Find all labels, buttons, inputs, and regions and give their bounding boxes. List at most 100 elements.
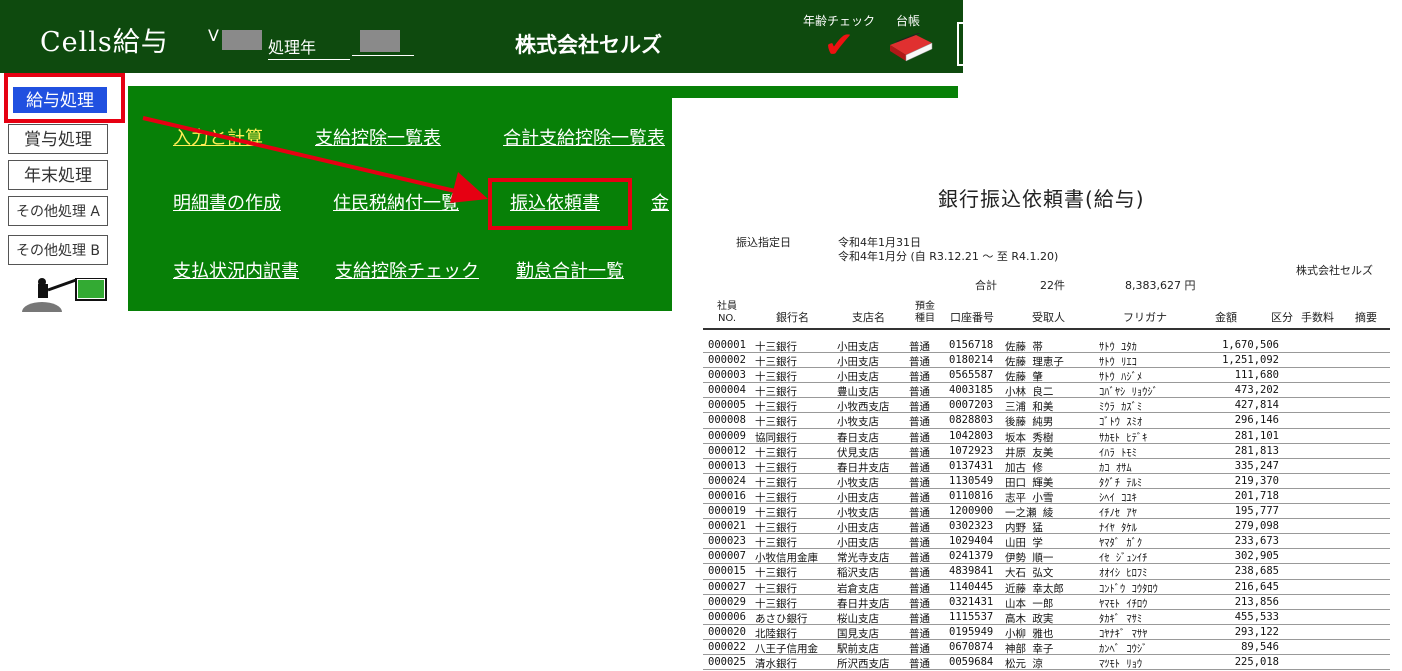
- table-row: 000005 十三銀行 小牧西支店 普通 0007203 三浦 和美 ﾐｳﾗ ｶｽﾞﾐ 427…: [703, 398, 1390, 414]
- cell-branch-name: 小牧西支店: [837, 401, 890, 414]
- cell-branch-name: 小田支店: [837, 537, 879, 550]
- cell-deposit-type: 普通: [909, 612, 930, 625]
- cell-recipient-name: 一之瀬 綾: [1005, 507, 1054, 520]
- cell-branch-name: 春日支店: [837, 431, 879, 444]
- cell-recipient-name: 佐藤 肇: [1005, 371, 1043, 384]
- cell-employee-no: 000009: [708, 429, 746, 442]
- cell-bank-name: 十三銀行: [755, 522, 797, 535]
- cell-bank-name: 十三銀行: [755, 356, 797, 369]
- table-row: 000009 協同銀行 春日支店 普通 1042803 坂本 秀樹 ｻｶﾓﾄ ﾋﾃﾞｷ 281…: [703, 429, 1390, 444]
- cell-furigana: ﾏﾂﾓﾄ ﾘｮｳ: [1099, 657, 1143, 670]
- cell-deposit-type: 普通: [909, 476, 930, 489]
- cell-deposit-type: 普通: [909, 491, 930, 504]
- cell-amount: 238,685: [1234, 565, 1279, 578]
- table-row: 000003 十三銀行 小田支店 普通 0565587 佐藤 肇 ｻﾄｳ ﾊｼﾞﾒ 111,6…: [703, 368, 1390, 384]
- cell-deposit-type: 普通: [909, 537, 930, 550]
- cell-deposit-type: 普通: [909, 386, 930, 399]
- cell-employee-no: 000015: [708, 565, 746, 578]
- cell-branch-name: 所沢西支店: [837, 657, 890, 670]
- cell-deposit-type: 普通: [909, 582, 930, 595]
- cell-amount: 195,777: [1234, 505, 1279, 518]
- cell-furigana: ｺﾞﾄｳ ｽﾐｵ: [1099, 416, 1143, 429]
- table-row: 000020 北陸銀行 国見支店 普通 0195949 小柳 雅也 ｺﾔﾅｷﾞ ﾏｻﾔ 293…: [703, 625, 1390, 640]
- cell-account-no: 1140445: [949, 580, 994, 593]
- cell-recipient-name: 佐藤 帯: [1005, 341, 1043, 353]
- cell-account-no: 0110816: [949, 489, 994, 502]
- cell-recipient-name: 後藤 純男: [1005, 416, 1054, 429]
- table-row: 000024 十三銀行 小牧支店 普通 1130549 田口 輝美 ﾀｸﾞﾁ ﾃﾙﾐ 219,…: [703, 474, 1390, 489]
- cell-employee-no: 000016: [708, 489, 746, 502]
- cell-bank-name: 十三銀行: [755, 461, 797, 474]
- cell-deposit-type: 普通: [909, 431, 930, 444]
- cell-bank-name: 北陸銀行: [755, 627, 797, 640]
- cell-recipient-name: 加古 修: [1005, 461, 1043, 474]
- cell-branch-name: 小田支店: [837, 491, 879, 504]
- table-row: 000019 十三銀行 小牧支店 普通 1200900 一之瀬 綾 ｲﾁﾉｾ ｱﾔ 195,7…: [703, 504, 1390, 520]
- cell-branch-name: 岩倉支店: [837, 582, 879, 595]
- cell-amount: 455,533: [1234, 610, 1279, 623]
- cell-amount: 225,018: [1234, 655, 1279, 668]
- cell-employee-no: 000019: [708, 505, 746, 518]
- cell-account-no: 1130549: [949, 474, 994, 487]
- cell-branch-name: 小田支店: [837, 371, 879, 384]
- cell-employee-no: 000005: [708, 399, 746, 412]
- cell-bank-name: 十三銀行: [755, 582, 797, 595]
- cell-employee-no: 000007: [708, 550, 746, 563]
- cell-recipient-name: 山本 一郎: [1005, 597, 1054, 610]
- cell-deposit-type: 普通: [909, 401, 930, 414]
- cell-amount: 216,645: [1234, 580, 1279, 593]
- cell-furigana: ﾔﾏﾓﾄ ｲﾁﾛｳ: [1099, 597, 1148, 610]
- transfer-date-label: 振込指定日: [736, 236, 791, 249]
- cell-recipient-name: 伊勢 順一: [1005, 552, 1054, 565]
- cell-furigana: ｼﾍｲ ｺﾕｷ: [1099, 491, 1137, 504]
- cell-recipient-name: 大石 弘文: [1005, 567, 1054, 580]
- cell-account-no: 1200900: [949, 505, 994, 518]
- cell-amount: 233,673: [1234, 535, 1279, 548]
- cell-furigana: ｲｾ ｼﾞｭﾝｲﾁ: [1099, 552, 1148, 565]
- cell-account-no: 0059684: [949, 655, 994, 668]
- cell-deposit-type: 普通: [909, 597, 930, 610]
- cell-furigana: ｻﾄｳ ﾕﾀｶ: [1099, 341, 1137, 353]
- table-row: 000023 十三銀行 小田支店 普通 1029404 山田 学 ﾔﾏﾀﾞ ｶﾞｸ 233,6…: [703, 534, 1390, 550]
- table-row: 000016 十三銀行 小田支店 普通 0110816 志平 小雪 ｼﾍｲ ｺﾕｷ 201,7…: [703, 489, 1390, 505]
- cell-bank-name: 十三銀行: [755, 476, 797, 489]
- cell-amount: 427,814: [1234, 399, 1279, 412]
- cell-amount: 1,670,506: [1222, 339, 1279, 351]
- cell-recipient-name: 佐藤 理恵子: [1005, 356, 1064, 369]
- cell-recipient-name: 内野 猛: [1005, 522, 1043, 535]
- cell-branch-name: 国見支店: [837, 627, 879, 640]
- cell-furigana: ｻﾄｳ ﾊｼﾞﾒ: [1099, 371, 1143, 384]
- cell-amount: 213,856: [1234, 595, 1279, 608]
- cell-bank-name: あさひ銀行: [755, 612, 808, 625]
- pay-period: 令和4年1月分 (自 R3.12.21 ～ 至 R4.1.20): [838, 250, 1059, 263]
- cell-branch-name: 小牧支店: [837, 507, 879, 520]
- cell-deposit-type: 普通: [909, 567, 930, 580]
- cell-recipient-name: 小林 良二: [1005, 386, 1054, 399]
- cell-branch-name: 小牧支店: [837, 476, 879, 489]
- cell-furigana: ｻｶﾓﾄ ﾋﾃﾞｷ: [1099, 431, 1148, 444]
- cell-furigana: ｶｺ ｵｻﾑ: [1099, 461, 1132, 474]
- cell-recipient-name: 坂本 秀樹: [1005, 431, 1054, 444]
- cell-furigana: ｻﾄｳ ﾘｴｺ: [1099, 356, 1137, 369]
- cell-bank-name: 協同銀行: [755, 431, 797, 444]
- cell-furigana: ｶﾝﾍﾞ ｺｳｼﾞ: [1099, 642, 1148, 655]
- cell-bank-name: 十三銀行: [755, 341, 797, 353]
- table-row: 000007 小牧信用金庫 常光寺支店 普通 0241379 伊勢 順一 ｲｾ ｼﾞｭﾝｲﾁ…: [703, 549, 1390, 565]
- cell-branch-name: 常光寺支店: [837, 552, 890, 565]
- table-row: 000001 十三銀行 小田支店 普通 0156718 佐藤 帯 ｻﾄｳ ﾕﾀｶ 1,670,…: [703, 338, 1390, 354]
- cell-employee-no: 000021: [708, 520, 746, 533]
- cell-deposit-type: 普通: [909, 461, 930, 474]
- cell-account-no: 0241379: [949, 550, 994, 563]
- total-count: 22件: [1040, 279, 1065, 292]
- cell-employee-no: 000012: [708, 444, 746, 457]
- table-row: 000025 清水銀行 所沢西支店 普通 0059684 松元 涼 ﾏﾂﾓﾄ ﾘｮｳ 225,…: [703, 655, 1390, 671]
- col-furigana: フリガナ: [1123, 311, 1167, 324]
- cell-employee-no: 000013: [708, 459, 746, 472]
- cell-deposit-type: 普通: [909, 371, 930, 384]
- cell-recipient-name: 井原 友美: [1005, 446, 1054, 459]
- cell-account-no: 0137431: [949, 459, 994, 472]
- cell-account-no: 0828803: [949, 414, 994, 427]
- cell-bank-name: 十三銀行: [755, 507, 797, 520]
- cell-furigana: ｵｵｲｼ ﾋﾛﾌﾐ: [1099, 567, 1148, 580]
- cell-account-no: 4839841: [949, 565, 994, 578]
